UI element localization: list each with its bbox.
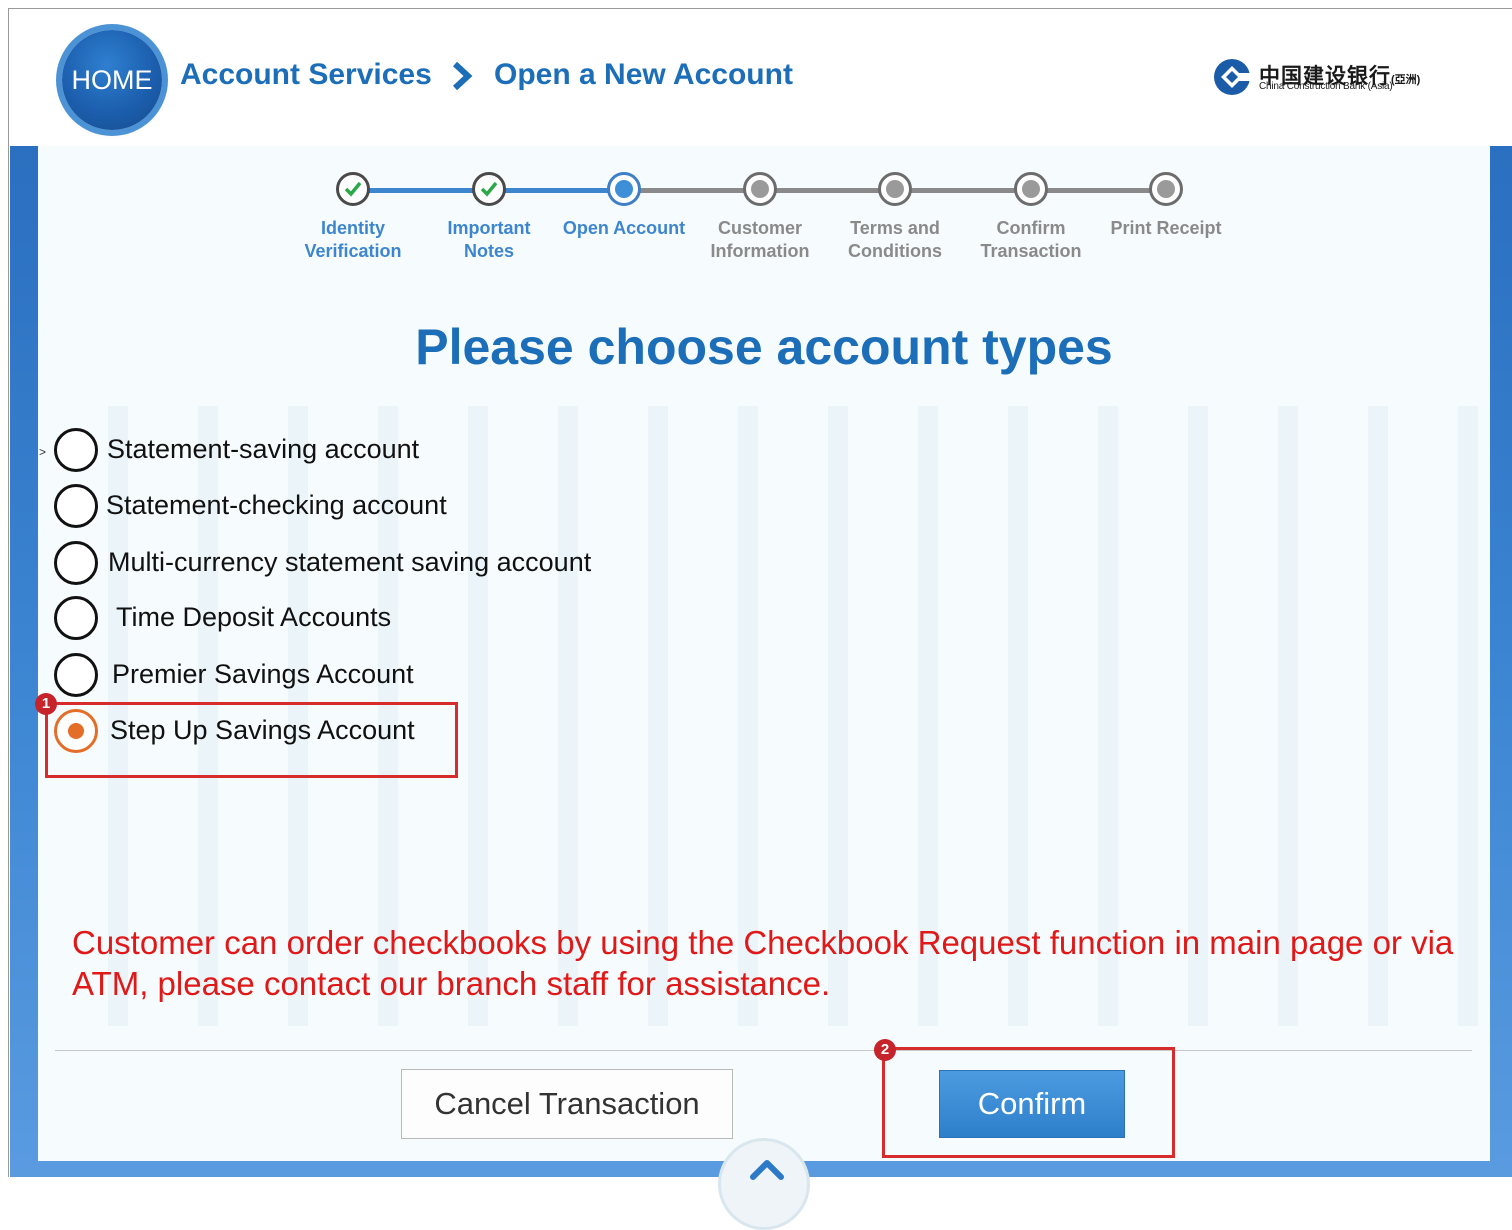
- option-label: Statement-saving account: [107, 434, 420, 464]
- step-confirm-transaction-node: [1014, 172, 1048, 206]
- step-identity-verification-node: [336, 172, 370, 206]
- step-label-confirm-transaction: Confirm Transaction: [980, 218, 1082, 261]
- pointer-cursor-icon: >: [39, 445, 47, 459]
- step-label-terms-conditions: Terms and Conditions: [848, 218, 942, 261]
- chevron-up-icon: [750, 1160, 784, 1180]
- scroll-up-button[interactable]: [718, 1138, 810, 1230]
- bank-name-en: China Construction Bank (Asia): [1259, 81, 1393, 92]
- option-statement-checking[interactable]: Statement-checking account: [54, 484, 474, 532]
- annotation-box-1: [45, 702, 458, 778]
- step-label-print-receipt: Print Receipt: [1110, 218, 1222, 238]
- annotation-box-2: [882, 1047, 1175, 1158]
- bank-name-cn-suffix: (亞洲): [1391, 74, 1421, 86]
- home-button[interactable]: HOME: [62, 30, 162, 130]
- progress-line: [1046, 188, 1150, 193]
- radio-button[interactable]: [54, 596, 98, 640]
- radio-button[interactable]: [54, 428, 98, 472]
- cancel-transaction-button[interactable]: Cancel Transaction: [401, 1069, 733, 1139]
- option-label: Time Deposit Accounts: [116, 602, 392, 632]
- home-button-label: HOME: [71, 64, 153, 95]
- radio-button[interactable]: [54, 541, 98, 585]
- progress-line: [368, 188, 473, 193]
- breadcrumb-open-new-account: Open a New Account: [494, 58, 793, 91]
- option-premier-savings[interactable]: Premier Savings Account: [54, 653, 434, 701]
- option-label: Multi-currency statement saving account: [108, 547, 592, 577]
- chevron-right-icon: [452, 61, 473, 91]
- checkmark-icon: [344, 181, 362, 197]
- step-terms-node: [878, 172, 912, 206]
- step-print-receipt-node: [1149, 172, 1183, 206]
- step-label-important-notes: Important Notes: [447, 218, 531, 261]
- divider: [55, 1050, 1472, 1051]
- page-title: Please choose account types: [415, 319, 1113, 375]
- option-statement-saving[interactable]: Statement-saving account: [54, 428, 454, 476]
- option-label: Premier Savings Account: [112, 659, 414, 689]
- progress-line: [775, 188, 879, 193]
- breadcrumb-account-services[interactable]: Account Services: [180, 58, 432, 92]
- checkmark-icon: [480, 181, 498, 197]
- radio-button[interactable]: [54, 484, 98, 528]
- option-multi-currency-saving[interactable]: Multi-currency statement saving account: [54, 541, 624, 589]
- cancel-button-label: Cancel Transaction: [434, 1086, 700, 1121]
- step-label-identity-verification: Identity Verification: [304, 218, 402, 261]
- progress-line: [639, 188, 744, 193]
- step-label-customer-information: Customer Information: [710, 218, 810, 261]
- step-important-notes-node: [472, 172, 506, 206]
- option-time-deposit[interactable]: Time Deposit Accounts: [54, 596, 414, 644]
- checkbook-notice: Customer can order checkbooks by using t…: [72, 924, 1454, 1002]
- step-label-open-account: Open Account: [562, 218, 686, 238]
- ccb-logo-icon: [1214, 59, 1251, 95]
- option-label: Statement-checking account: [106, 490, 447, 520]
- progress-line: [503, 188, 608, 193]
- step-customer-information-node: [743, 172, 777, 206]
- annotation-number-1: 1: [35, 693, 57, 715]
- step-open-account-node: [607, 172, 641, 206]
- annotation-number-2: 2: [874, 1039, 896, 1061]
- progress-line: [910, 188, 1015, 193]
- radio-button[interactable]: [54, 653, 98, 697]
